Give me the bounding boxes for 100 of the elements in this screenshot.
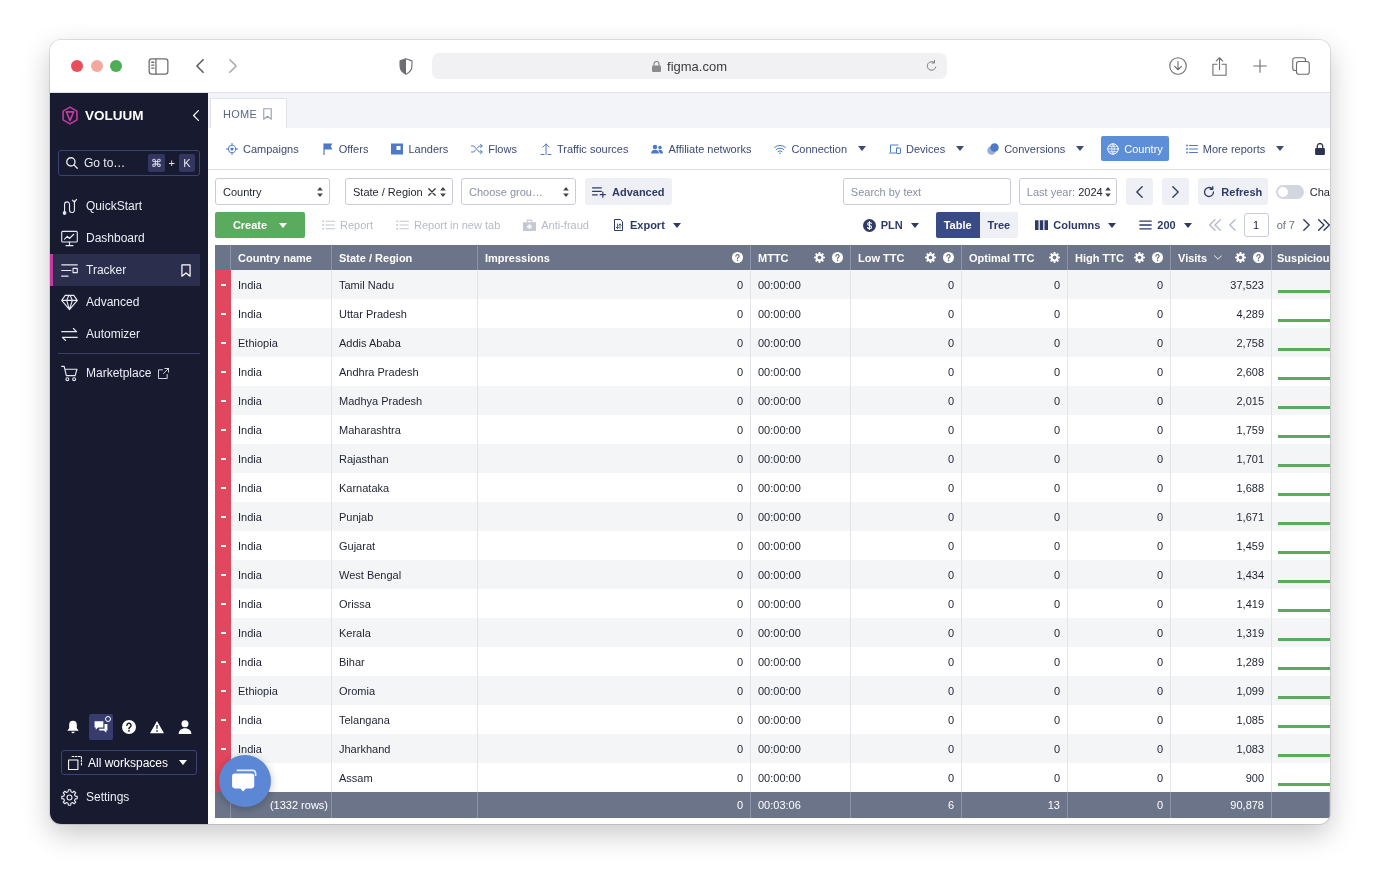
reload-icon[interactable] xyxy=(925,59,938,73)
keyboard-key: K xyxy=(179,154,195,172)
chevron-right-icon[interactable] xyxy=(1303,219,1310,231)
gear-icon[interactable] xyxy=(925,252,936,263)
people-icon xyxy=(651,142,664,155)
dash-icon xyxy=(220,341,226,344)
toggle-switch[interactable] xyxy=(1275,184,1304,199)
dash-icon xyxy=(220,573,226,576)
double-chevron-right-icon[interactable] xyxy=(1318,219,1330,231)
column-header[interactable]: Suspiciou xyxy=(1272,245,1330,270)
page-field[interactable]: 1 xyxy=(1243,213,1269,237)
dash-icon xyxy=(220,515,226,518)
sidebar-item[interactable]: Marketplace xyxy=(50,357,200,389)
currency-dropdown[interactable]: PLN xyxy=(856,212,925,238)
sort-arrows-icon xyxy=(563,186,569,197)
workspace-dropdown[interactable]: All workspaces xyxy=(61,750,197,775)
chevron-down-icon[interactable] xyxy=(1214,255,1223,260)
help-icon[interactable] xyxy=(832,252,843,263)
sidebar-item[interactable]: Advanced xyxy=(50,286,200,318)
dollar-icon xyxy=(862,218,876,232)
gear-icon[interactable] xyxy=(814,252,825,263)
meter-line xyxy=(1278,754,1330,757)
back-icon[interactable] xyxy=(196,59,204,73)
tab[interactable]: HOME xyxy=(210,98,288,128)
summary-cell: 13 xyxy=(962,792,1068,818)
sidebar-toggle-icon[interactable] xyxy=(148,57,169,75)
dash-icon xyxy=(220,457,226,460)
shuffle-icon xyxy=(471,142,484,155)
help-icon[interactable] xyxy=(1253,252,1264,263)
help-icon[interactable] xyxy=(732,252,743,263)
summary-cell: 0 xyxy=(1068,792,1171,818)
gear-icon[interactable] xyxy=(1235,252,1246,263)
page-size-dropdown[interactable]: 200 xyxy=(1133,212,1198,238)
advanced-button[interactable]: Advanced xyxy=(585,178,672,205)
list-icon xyxy=(1185,142,1198,155)
sidebar-tool-button[interactable] xyxy=(89,714,113,740)
gear-icon[interactable] xyxy=(1134,252,1145,263)
columns-button[interactable]: Columns xyxy=(1029,212,1123,238)
close-icon[interactable] xyxy=(71,60,83,72)
tabs-icon[interactable] xyxy=(1292,57,1310,75)
sidebar-item[interactable]: Automizer xyxy=(50,318,200,350)
report-tab[interactable]: Flows xyxy=(465,136,523,161)
report-tab[interactable]: Landers xyxy=(385,136,455,161)
help-icon[interactable] xyxy=(943,252,954,263)
report-tab[interactable]: Offers xyxy=(315,136,375,161)
sidebar-item[interactable]: Tracker xyxy=(50,254,200,286)
sidebar-item[interactable]: QuickStart xyxy=(50,190,200,222)
sort-arrows-icon xyxy=(1104,186,1111,197)
shield-icon[interactable] xyxy=(399,57,413,75)
go-to-input[interactable]: Go to… xyxy=(84,154,148,172)
meter-line xyxy=(1278,493,1330,496)
search-field[interactable]: Search by text xyxy=(842,178,1011,205)
wifi-icon xyxy=(774,142,787,155)
group-dropdown[interactable]: Country xyxy=(215,178,330,205)
maximize-icon[interactable] xyxy=(110,60,122,72)
dash-icon xyxy=(220,718,226,721)
lock-icon[interactable] xyxy=(1315,142,1325,155)
settings-icon xyxy=(61,788,78,806)
share-icon[interactable] xyxy=(1211,56,1227,76)
view-toggle[interactable]: Table xyxy=(935,212,980,238)
forward-icon[interactable] xyxy=(229,59,237,73)
previous-button[interactable] xyxy=(1125,178,1153,205)
report-tab[interactable]: Campaigns xyxy=(220,136,305,161)
meter-line xyxy=(1278,348,1330,351)
refresh-button[interactable]: Refresh xyxy=(1197,178,1268,205)
meter-line xyxy=(1278,319,1330,322)
next-button[interactable] xyxy=(1161,178,1189,205)
report-tab[interactable]: Affiliate networks xyxy=(645,136,758,161)
toolbar-button[interactable]: Export xyxy=(605,212,687,238)
sidebar-item[interactable]: Dashboard xyxy=(50,222,200,254)
report-tab[interactable]: Connection xyxy=(768,136,873,161)
dash-icon xyxy=(220,486,226,489)
download-icon[interactable] xyxy=(1169,57,1187,75)
view-toggle[interactable]: Tree xyxy=(979,212,1019,238)
gear-icon[interactable] xyxy=(1049,252,1060,263)
go-to-field[interactable]: Go to… ⌘ + K xyxy=(58,150,200,176)
date-range-dropdown[interactable]: Last year: 2024 xyxy=(1018,178,1117,205)
sidebar-item[interactable]: Settings xyxy=(50,785,200,809)
collapse-icon[interactable] xyxy=(193,109,199,121)
meter-line xyxy=(1278,290,1330,293)
help-icon[interactable] xyxy=(1152,252,1163,263)
report-tab[interactable]: Devices xyxy=(883,136,971,161)
report-tab[interactable]: Conversions xyxy=(981,136,1091,161)
caret-icon xyxy=(1108,222,1117,228)
report-tab[interactable]: More reports xyxy=(1179,136,1291,161)
toggle-label: Cha xyxy=(1309,185,1330,198)
meter-line xyxy=(1278,783,1330,786)
workspaces-icon xyxy=(68,755,82,770)
meter-line xyxy=(1278,406,1330,409)
address-bar[interactable]: figma.com xyxy=(432,53,947,79)
shortcut-separator: + xyxy=(168,157,175,169)
external-link-icon xyxy=(158,367,170,379)
group-dropdown[interactable]: State / Region xyxy=(345,178,453,205)
chevron-right-icon xyxy=(1171,185,1179,198)
caret-icon xyxy=(956,146,965,151)
clear-icon[interactable] xyxy=(428,187,436,196)
caret-icon xyxy=(858,146,867,151)
summary-cell: 0 xyxy=(478,792,751,818)
report-tab[interactable]: Traffic sources xyxy=(533,136,635,161)
chat-icon xyxy=(94,720,108,734)
